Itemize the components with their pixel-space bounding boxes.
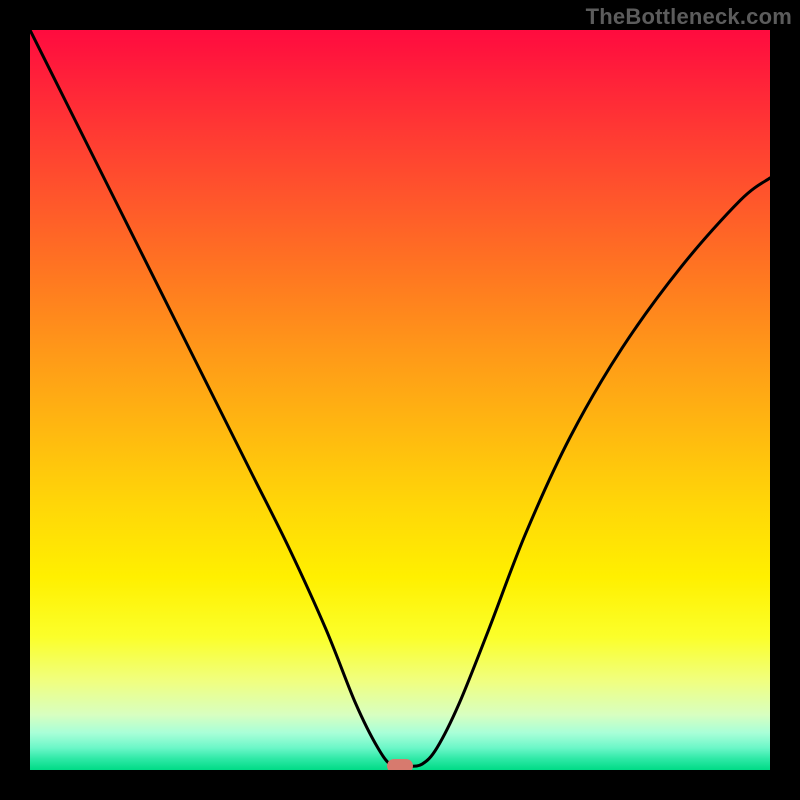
chart-frame: TheBottleneck.com (0, 0, 800, 800)
plot-area (30, 30, 770, 770)
optimal-point-marker (387, 759, 413, 770)
watermark-text: TheBottleneck.com (586, 4, 792, 30)
bottleneck-curve (30, 30, 770, 770)
